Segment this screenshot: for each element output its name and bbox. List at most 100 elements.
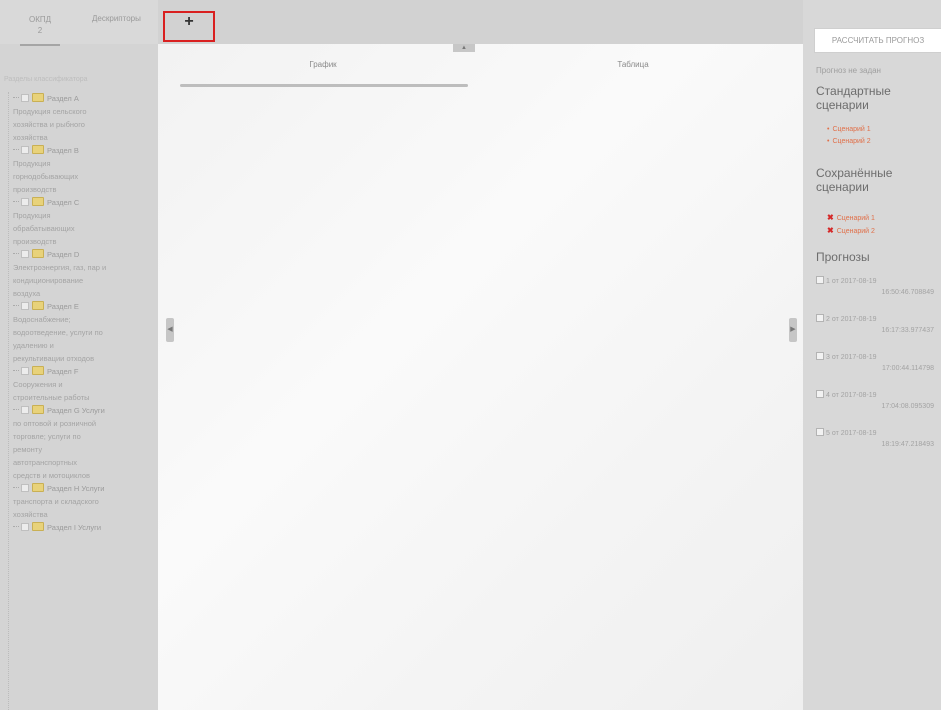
delete-icon[interactable]: ✖ xyxy=(827,213,834,222)
standard-scenarios-list: • Сценарий 1 • Сценарий 2 xyxy=(827,124,871,148)
tree-node-description: средств и мотоциклов xyxy=(13,471,90,480)
tree-checkbox[interactable] xyxy=(21,406,29,414)
tree-connector xyxy=(13,97,19,98)
collapse-up-icon[interactable]: ▲ xyxy=(453,44,475,52)
forecasts-title: Прогнозы xyxy=(816,250,870,264)
tree-node-description: автотранспортных xyxy=(13,458,77,467)
forecast-item[interactable]: 2 от 2017-08-19 16:17:33.977437 xyxy=(816,314,938,336)
tree-node-label: Раздел C xyxy=(47,198,80,207)
tree-node-head[interactable]: Раздел A xyxy=(13,92,154,105)
standard-scenario-item[interactable]: • Сценарий 1 xyxy=(827,124,871,136)
forecast-date: 3 от 2017-08-19 xyxy=(826,354,877,361)
forecast-item[interactable]: 1 от 2017-08-19 16:50:46.708849 xyxy=(816,276,938,298)
tree-node-description: Водоснабжение; xyxy=(13,315,71,324)
forecast-item[interactable]: 5 от 2017-08-19 18:19:47.218493 xyxy=(816,428,938,450)
forecast-checkbox[interactable] xyxy=(816,276,824,284)
main-content: ▲ График Таблица xyxy=(158,44,803,710)
tree-checkbox[interactable] xyxy=(21,198,29,206)
scenario-label: Сценарий 2 xyxy=(836,228,875,235)
forecasts-list: 1 от 2017-08-19 16:50:46.708849 2 от 2017-… xyxy=(816,276,938,466)
tree-node[interactable]: Раздел F Сооружения и строительные работы xyxy=(13,365,154,404)
folder-icon xyxy=(32,93,44,102)
tree-node-description: Сооружения и xyxy=(13,380,63,389)
saved-scenario-item[interactable]: ✖ Сценарий 1 xyxy=(827,212,875,225)
forecast-status: Прогноз не задан xyxy=(816,66,881,75)
tree-node-head[interactable]: Раздел C xyxy=(13,196,154,209)
tree-node[interactable]: Раздел D Электроэнергия, газ, пар и кондиц… xyxy=(13,248,154,300)
tree-node-head[interactable]: Раздел I Услуги xyxy=(13,521,154,534)
forecast-date: 5 от 2017-08-19 xyxy=(826,430,877,437)
tree-connector xyxy=(13,201,19,202)
tree-node-label: Раздел H Услуги xyxy=(47,484,105,493)
tree-node[interactable]: Раздел C Продукция обрабатывающих производс… xyxy=(13,196,154,248)
left-panel: ОКПД 2 Дескрипторы Разделы классификатор… xyxy=(0,0,158,710)
forecast-date: 1 от 2017-08-19 xyxy=(826,278,877,285)
delete-icon[interactable]: ✖ xyxy=(827,226,834,235)
tree-node-head[interactable]: Раздел H Услуги xyxy=(13,482,154,495)
tree-node-head[interactable]: Раздел E xyxy=(13,300,154,313)
bullet-icon: • xyxy=(827,126,830,133)
forecast-item[interactable]: 3 от 2017-08-19 17:00:44.114798 xyxy=(816,352,938,374)
standard-scenario-item[interactable]: • Сценарий 2 xyxy=(827,136,871,148)
tab-graph[interactable]: График xyxy=(178,60,468,69)
tree-caption: Разделы классификатора xyxy=(4,76,88,83)
tab-descriptors[interactable]: Дескрипторы xyxy=(92,14,141,23)
tree-node-description: торговле; услуги по xyxy=(13,432,81,441)
tree-checkbox[interactable] xyxy=(21,302,29,310)
plus-icon: + xyxy=(184,13,194,30)
tree-node-description: Продукция xyxy=(13,211,51,220)
collapse-left-panel-handle[interactable]: ◀ xyxy=(166,318,174,342)
tab-table[interactable]: Таблица xyxy=(488,60,778,69)
tree-checkbox[interactable] xyxy=(21,250,29,258)
forecast-checkbox[interactable] xyxy=(816,352,824,360)
add-tab-button[interactable]: + xyxy=(163,11,215,42)
scenario-label: Сценарий 1 xyxy=(836,215,875,222)
tree-checkbox[interactable] xyxy=(21,367,29,375)
left-tab-bar: ОКПД 2 Дескрипторы xyxy=(0,0,158,46)
tree-node-description: водоотведение, услуги по xyxy=(13,328,103,337)
tree-checkbox[interactable] xyxy=(21,94,29,102)
forecast-checkbox[interactable] xyxy=(816,390,824,398)
forecast-time: 16:50:46.708849 xyxy=(881,289,934,296)
saved-scenarios-list: ✖ Сценарий 1 ✖ Сценарий 2 xyxy=(827,212,875,238)
tree-node-description: воздуха xyxy=(13,289,41,298)
folder-icon xyxy=(32,522,44,531)
tree-checkbox[interactable] xyxy=(21,523,29,531)
forecast-item[interactable]: 4 от 2017-08-19 17:04:08.095309 xyxy=(816,390,938,412)
tree-node[interactable]: Раздел B Продукция горнодобывающих производ… xyxy=(13,144,154,196)
tree-checkbox[interactable] xyxy=(21,146,29,154)
forecast-date: 2 от 2017-08-19 xyxy=(826,316,877,323)
standard-scenarios-title: Стандартные сценарии xyxy=(816,84,891,112)
forecast-checkbox[interactable] xyxy=(816,314,824,322)
tree-node-description: удалению и xyxy=(13,341,54,350)
tree-node-head[interactable]: Раздел F xyxy=(13,365,154,378)
tree-node-head[interactable]: Раздел B xyxy=(13,144,154,157)
tree-node[interactable]: Раздел I Услуги xyxy=(13,521,154,534)
tree-node-label: Раздел I Услуги xyxy=(47,523,102,532)
tree-node-description: обрабатывающих xyxy=(13,224,75,233)
tree-node-description: рекультивации отходов xyxy=(13,354,95,363)
tree-node[interactable]: Раздел G Услуги по оптовой и розничной тор… xyxy=(13,404,154,482)
tree-checkbox[interactable] xyxy=(21,484,29,492)
tree-node[interactable]: Раздел A Продукция сельского хозяйства и р… xyxy=(13,92,154,144)
forecast-time: 17:00:44.114798 xyxy=(881,365,934,372)
scenario-label: Сценарий 2 xyxy=(832,138,871,145)
active-tab-indicator xyxy=(180,84,468,87)
calculate-forecast-button[interactable]: РАССЧИТАТЬ ПРОГНОЗ xyxy=(814,28,941,53)
saved-scenario-item[interactable]: ✖ Сценарий 2 xyxy=(827,225,875,238)
tree-node-label: Раздел F xyxy=(47,367,79,376)
right-panel: РАССЧИТАТЬ ПРОГНОЗ Прогноз не задан Стан… xyxy=(803,0,941,710)
collapse-right-panel-handle[interactable]: ▶ xyxy=(789,318,797,342)
folder-icon xyxy=(32,249,44,258)
tree-node-description: кондиционирование xyxy=(13,276,84,285)
tree-node-head[interactable]: Раздел D xyxy=(13,248,154,261)
top-tab-bar: + xyxy=(158,0,803,44)
tree-connector xyxy=(13,253,19,254)
tree-node[interactable]: Раздел E Водоснабжение; водоотведение, усл… xyxy=(13,300,154,365)
tree-node-head[interactable]: Раздел G Услуги xyxy=(13,404,154,417)
folder-icon xyxy=(32,483,44,492)
forecast-checkbox[interactable] xyxy=(816,428,824,436)
tree-node[interactable]: Раздел H Услуги транспорта и складского хо… xyxy=(13,482,154,521)
tab-okpd[interactable]: ОКПД 2 xyxy=(20,14,60,46)
tree-connector xyxy=(13,149,19,150)
